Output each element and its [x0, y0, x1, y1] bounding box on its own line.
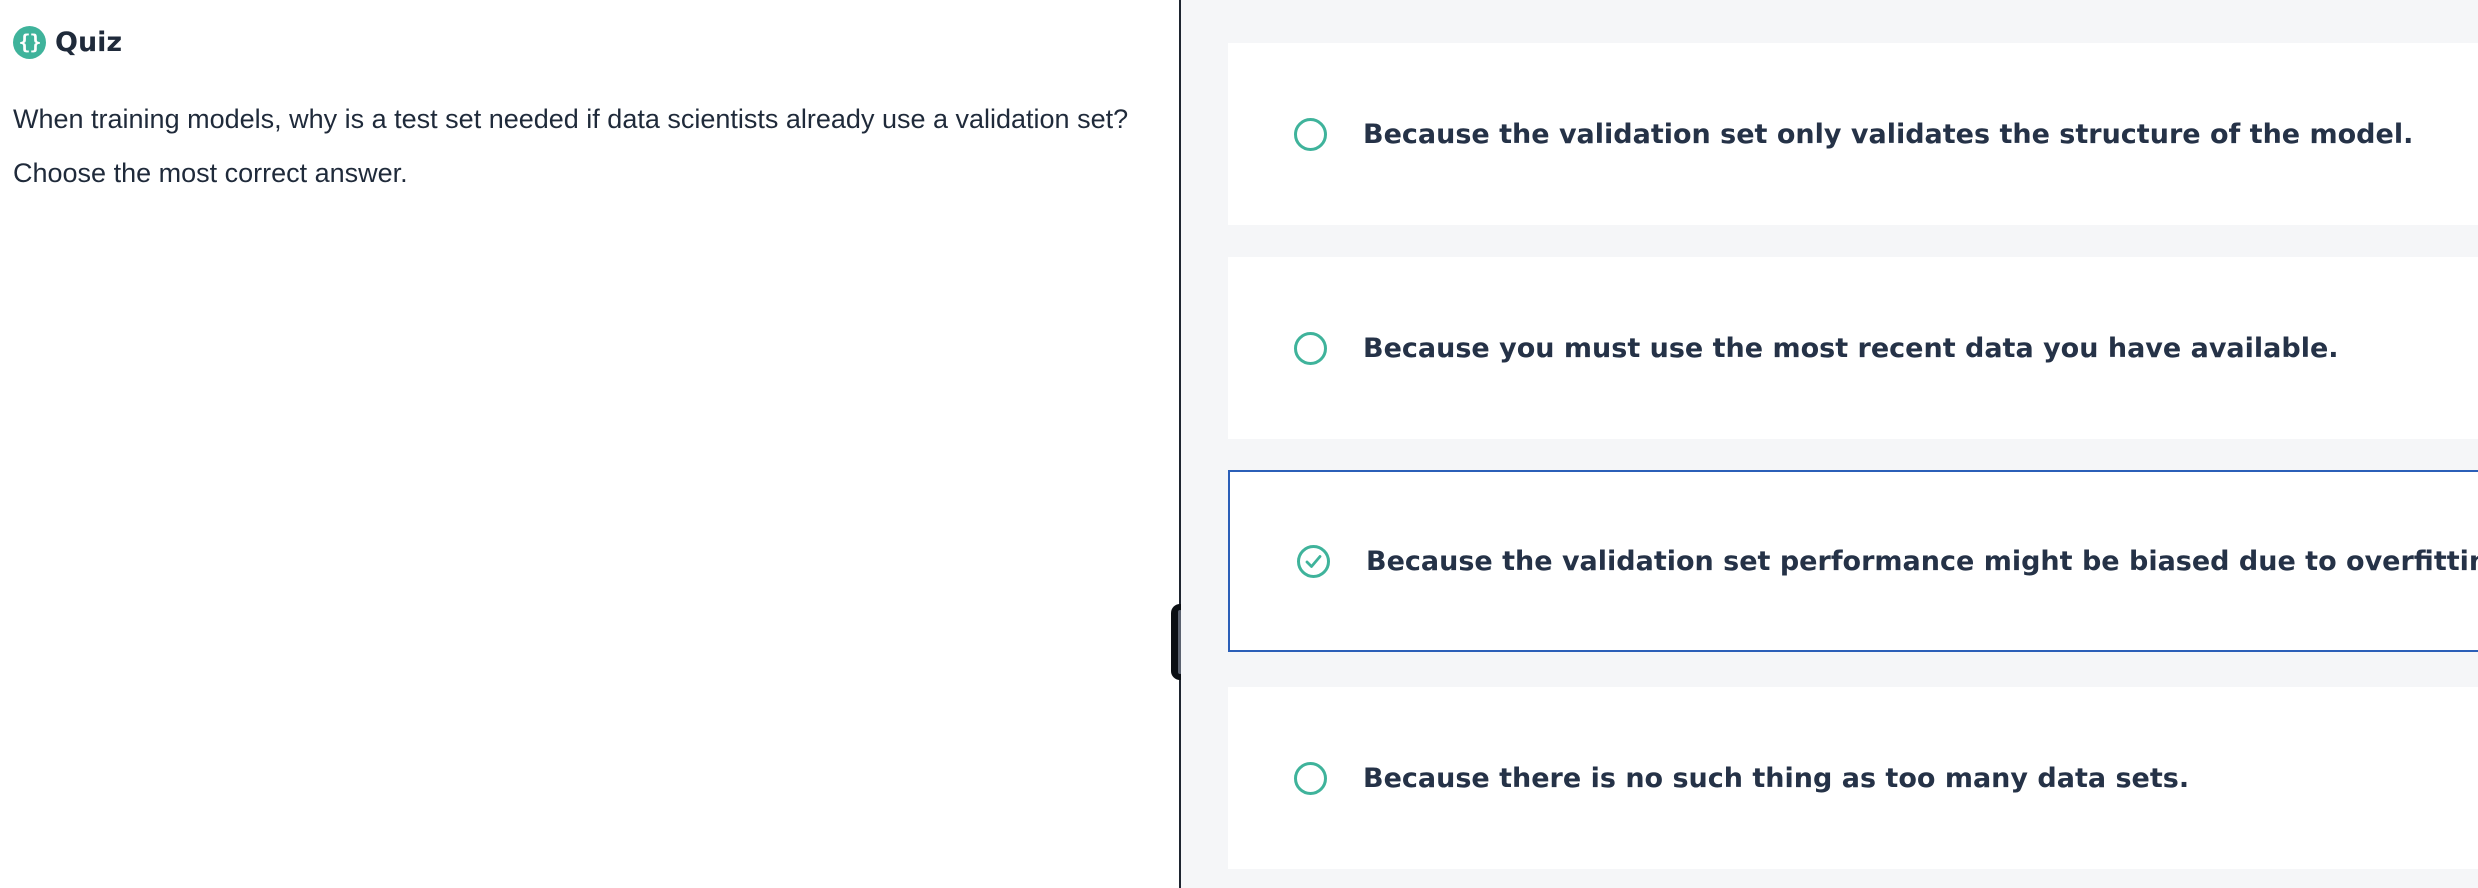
answer-option-label: Because you must use the most recent dat… [1363, 332, 2339, 364]
answers-pane: Because the validation set only validate… [1181, 0, 2478, 888]
radio-unchecked-icon[interactable] [1294, 117, 1327, 151]
answer-option-label: Because the validation set performance m… [1366, 545, 2478, 577]
checkmark-circle-icon[interactable] [1297, 544, 1330, 578]
quiz-title: Quiz [55, 26, 123, 58]
question-text: When training models, why is a test set … [13, 104, 1129, 188]
answer-option-1[interactable]: Because the validation set only validate… [1228, 43, 2478, 225]
answer-option-label: Because the validation set only validate… [1363, 118, 2414, 150]
answer-option-2[interactable]: Because you must use the most recent dat… [1228, 257, 2478, 439]
radio-unchecked-icon[interactable] [1294, 761, 1327, 795]
answer-option-label: Because there is no such thing as too ma… [1363, 762, 2190, 794]
answer-option-3[interactable]: Because the validation set performance m… [1228, 470, 2478, 652]
question-pane: {} Quiz When training models, why is a t… [0, 0, 1180, 888]
quiz-screen: {} Quiz When training models, why is a t… [0, 0, 2478, 888]
quiz-header: {} Quiz [13, 24, 122, 60]
radio-unchecked-icon[interactable] [1294, 331, 1327, 365]
curly-braces-icon: {} [13, 25, 46, 59]
answer-option-4[interactable]: Because there is no such thing as too ma… [1228, 687, 2478, 869]
